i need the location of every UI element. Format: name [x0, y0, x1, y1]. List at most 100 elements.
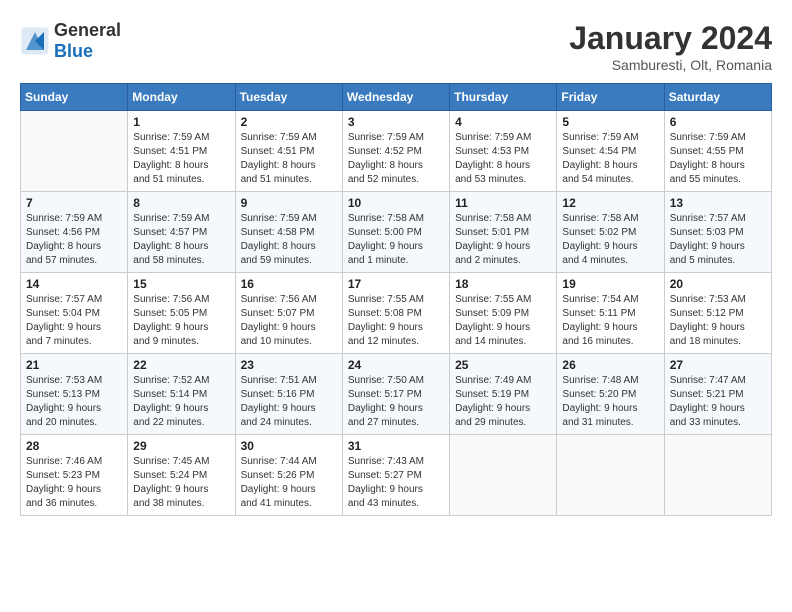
- day-number: 31: [348, 439, 444, 453]
- day-number: 1: [133, 115, 229, 129]
- weekday-header: Sunday: [21, 84, 128, 111]
- calendar-day-cell: [450, 435, 557, 516]
- day-number: 11: [455, 196, 551, 210]
- day-number: 23: [241, 358, 337, 372]
- day-info: Sunrise: 7:43 AM Sunset: 5:27 PM Dayligh…: [348, 455, 444, 511]
- day-number: 8: [133, 196, 229, 210]
- title-block: January 2024 Samburesti, Olt, Romania: [569, 20, 772, 73]
- logo-icon: [20, 26, 50, 56]
- calendar-day-cell: [664, 435, 771, 516]
- calendar-day-cell: 31 Sunrise: 7:43 AM Sunset: 5:27 PM Dayli…: [342, 435, 449, 516]
- logo-text: General Blue: [54, 20, 121, 62]
- calendar-day-cell: 28Sunrise: 7:46 AM Sunset: 5:23 PM Dayli…: [21, 435, 128, 516]
- day-info: Sunrise: 7:53 AM Sunset: 5:13 PM Dayligh…: [26, 374, 122, 430]
- day-info: Sunrise: 7:56 AM Sunset: 5:07 PM Dayligh…: [241, 293, 337, 349]
- calendar-day-cell: 18 Sunrise: 7:55 AM Sunset: 5:09 PM Dayli…: [450, 273, 557, 354]
- day-info: Sunrise: 7:59 AM Sunset: 4:54 PM Dayligh…: [562, 131, 658, 187]
- calendar-week-row: 7Sunrise: 7:59 AM Sunset: 4:56 PM Daylig…: [21, 192, 772, 273]
- day-info: Sunrise: 7:56 AM Sunset: 5:05 PM Dayligh…: [133, 293, 229, 349]
- day-info: Sunrise: 7:58 AM Sunset: 5:00 PM Dayligh…: [348, 212, 444, 268]
- calendar-day-cell: 21 Sunrise: 7:53 AM Sunset: 5:13 PM Dayli…: [21, 354, 128, 435]
- calendar-header: SundayMondayTuesdayWednesdayThursdayFrid…: [21, 84, 772, 111]
- day-info: Sunrise: 7:55 AM Sunset: 5:08 PM Dayligh…: [348, 293, 444, 349]
- day-number: 29: [133, 439, 229, 453]
- calendar-day-cell: 26 Sunrise: 7:48 AM Sunset: 5:20 PM Dayli…: [557, 354, 664, 435]
- day-number: 5: [562, 115, 658, 129]
- calendar-day-cell: 24Sunrise: 7:50 AM Sunset: 5:17 PM Dayli…: [342, 354, 449, 435]
- day-number: 26: [562, 358, 658, 372]
- day-number: 24: [348, 358, 444, 372]
- day-info: Sunrise: 7:59 AM Sunset: 4:51 PM Dayligh…: [133, 131, 229, 187]
- day-number: 17: [348, 277, 444, 291]
- day-info: Sunrise: 7:59 AM Sunset: 4:56 PM Dayligh…: [26, 212, 122, 268]
- day-info: Sunrise: 7:59 AM Sunset: 4:52 PM Dayligh…: [348, 131, 444, 187]
- day-info: Sunrise: 7:45 AM Sunset: 5:24 PM Dayligh…: [133, 455, 229, 511]
- calendar-day-cell: 14Sunrise: 7:57 AM Sunset: 5:04 PM Dayli…: [21, 273, 128, 354]
- day-number: 6: [670, 115, 766, 129]
- calendar-week-row: 14Sunrise: 7:57 AM Sunset: 5:04 PM Dayli…: [21, 273, 772, 354]
- day-info: Sunrise: 7:58 AM Sunset: 5:01 PM Dayligh…: [455, 212, 551, 268]
- day-info: Sunrise: 7:59 AM Sunset: 4:57 PM Dayligh…: [133, 212, 229, 268]
- day-number: 19: [562, 277, 658, 291]
- day-info: Sunrise: 7:55 AM Sunset: 5:09 PM Dayligh…: [455, 293, 551, 349]
- day-number: 30: [241, 439, 337, 453]
- calendar-table: SundayMondayTuesdayWednesdayThursdayFrid…: [20, 83, 772, 516]
- day-number: 13: [670, 196, 766, 210]
- weekday-header: Monday: [128, 84, 235, 111]
- calendar-day-cell: 15 Sunrise: 7:56 AM Sunset: 5:05 PM Dayli…: [128, 273, 235, 354]
- calendar-week-row: 21 Sunrise: 7:53 AM Sunset: 5:13 PM Dayli…: [21, 354, 772, 435]
- calendar-day-cell: 3Sunrise: 7:59 AM Sunset: 4:52 PM Daylig…: [342, 111, 449, 192]
- day-number: 4: [455, 115, 551, 129]
- calendar-day-cell: 12 Sunrise: 7:58 AM Sunset: 5:02 PM Dayli…: [557, 192, 664, 273]
- day-info: Sunrise: 7:52 AM Sunset: 5:14 PM Dayligh…: [133, 374, 229, 430]
- weekday-header: Wednesday: [342, 84, 449, 111]
- day-number: 14: [26, 277, 122, 291]
- day-info: Sunrise: 7:53 AM Sunset: 5:12 PM Dayligh…: [670, 293, 766, 349]
- day-info: Sunrise: 7:59 AM Sunset: 4:58 PM Dayligh…: [241, 212, 337, 268]
- calendar-subtitle: Samburesti, Olt, Romania: [569, 57, 772, 73]
- weekday-header: Saturday: [664, 84, 771, 111]
- day-number: 9: [241, 196, 337, 210]
- calendar-day-cell: 7Sunrise: 7:59 AM Sunset: 4:56 PM Daylig…: [21, 192, 128, 273]
- day-info: Sunrise: 7:59 AM Sunset: 4:51 PM Dayligh…: [241, 131, 337, 187]
- calendar-day-cell: 20 Sunrise: 7:53 AM Sunset: 5:12 PM Dayli…: [664, 273, 771, 354]
- day-number: 16: [241, 277, 337, 291]
- day-number: 20: [670, 277, 766, 291]
- day-number: 10: [348, 196, 444, 210]
- calendar-day-cell: 2 Sunrise: 7:59 AM Sunset: 4:51 PM Daylig…: [235, 111, 342, 192]
- day-number: 28: [26, 439, 122, 453]
- calendar-day-cell: 29 Sunrise: 7:45 AM Sunset: 5:24 PM Dayli…: [128, 435, 235, 516]
- weekday-header: Tuesday: [235, 84, 342, 111]
- calendar-day-cell: 23Sunrise: 7:51 AM Sunset: 5:16 PM Dayli…: [235, 354, 342, 435]
- calendar-day-cell: 13 Sunrise: 7:57 AM Sunset: 5:03 PM Dayli…: [664, 192, 771, 273]
- weekday-header: Thursday: [450, 84, 557, 111]
- day-number: 15: [133, 277, 229, 291]
- day-info: Sunrise: 7:57 AM Sunset: 5:03 PM Dayligh…: [670, 212, 766, 268]
- day-info: Sunrise: 7:58 AM Sunset: 5:02 PM Dayligh…: [562, 212, 658, 268]
- calendar-day-cell: 27Sunrise: 7:47 AM Sunset: 5:21 PM Dayli…: [664, 354, 771, 435]
- calendar-day-cell: 4Sunrise: 7:59 AM Sunset: 4:53 PM Daylig…: [450, 111, 557, 192]
- day-info: Sunrise: 7:48 AM Sunset: 5:20 PM Dayligh…: [562, 374, 658, 430]
- weekday-header: Friday: [557, 84, 664, 111]
- calendar-day-cell: [21, 111, 128, 192]
- day-info: Sunrise: 7:49 AM Sunset: 5:19 PM Dayligh…: [455, 374, 551, 430]
- day-number: 12: [562, 196, 658, 210]
- day-number: 21: [26, 358, 122, 372]
- calendar-title: January 2024: [569, 20, 772, 57]
- calendar-week-row: 1 Sunrise: 7:59 AM Sunset: 4:51 PM Daylig…: [21, 111, 772, 192]
- calendar-body: 1 Sunrise: 7:59 AM Sunset: 4:51 PM Daylig…: [21, 111, 772, 516]
- calendar-day-cell: 25 Sunrise: 7:49 AM Sunset: 5:19 PM Dayli…: [450, 354, 557, 435]
- calendar-day-cell: 1 Sunrise: 7:59 AM Sunset: 4:51 PM Daylig…: [128, 111, 235, 192]
- calendar-week-row: 28Sunrise: 7:46 AM Sunset: 5:23 PM Dayli…: [21, 435, 772, 516]
- logo-blue: Blue: [54, 41, 121, 62]
- day-number: 18: [455, 277, 551, 291]
- logo-general: General: [54, 20, 121, 41]
- header-row: SundayMondayTuesdayWednesdayThursdayFrid…: [21, 84, 772, 111]
- calendar-day-cell: 9 Sunrise: 7:59 AM Sunset: 4:58 PM Daylig…: [235, 192, 342, 273]
- day-number: 2: [241, 115, 337, 129]
- calendar-day-cell: 5 Sunrise: 7:59 AM Sunset: 4:54 PM Daylig…: [557, 111, 664, 192]
- calendar-day-cell: 19Sunrise: 7:54 AM Sunset: 5:11 PM Dayli…: [557, 273, 664, 354]
- day-number: 25: [455, 358, 551, 372]
- calendar-day-cell: 17 Sunrise: 7:55 AM Sunset: 5:08 PM Dayli…: [342, 273, 449, 354]
- page-header: General Blue January 2024 Samburesti, Ol…: [20, 20, 772, 73]
